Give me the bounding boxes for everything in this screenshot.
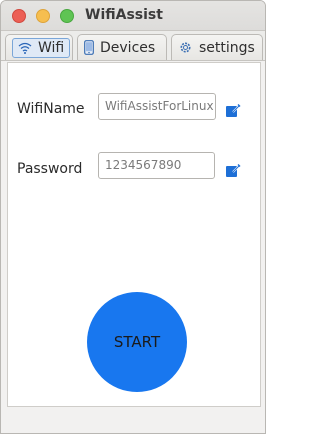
password-edit-icon[interactable]: [225, 163, 241, 179]
wifi-name-label: WifiName: [17, 101, 85, 117]
tab-wifi-label: Wifi: [38, 39, 65, 56]
tab-devices[interactable]: Devices: [77, 34, 167, 60]
minimize-window-button[interactable]: [36, 9, 50, 23]
window-title: WifiAssist: [85, 7, 163, 23]
tab-wifi-selection: Wifi: [12, 37, 71, 58]
tab-settings-label: settings: [199, 39, 255, 56]
wifi-name-field[interactable]: WifiAssistForLinux: [98, 93, 216, 120]
phone-icon: [84, 40, 94, 55]
password-field[interactable]: 1234567890: [98, 152, 215, 179]
title-bar: WifiAssist: [1, 1, 265, 31]
tab-settings[interactable]: settings: [171, 34, 263, 60]
tab-wifi[interactable]: Wifi: [5, 34, 73, 60]
bottom-strip: [1, 407, 265, 433]
tab-bar: Wifi Devices settings: [1, 31, 265, 61]
password-label: Password: [17, 161, 83, 177]
tab-devices-label: Devices: [100, 39, 156, 56]
wifi-icon: [18, 42, 32, 54]
gear-icon: [178, 40, 193, 55]
start-button[interactable]: START: [87, 292, 187, 392]
wifi-panel: WifiName WifiAssistForLinux Password 123…: [7, 62, 261, 407]
wifi-name-edit-icon[interactable]: [225, 103, 241, 119]
app-window: WifiAssist Wifi Devices settings WifiNam…: [0, 0, 266, 434]
maximize-window-button[interactable]: [60, 9, 74, 23]
close-window-button[interactable]: [12, 9, 26, 23]
